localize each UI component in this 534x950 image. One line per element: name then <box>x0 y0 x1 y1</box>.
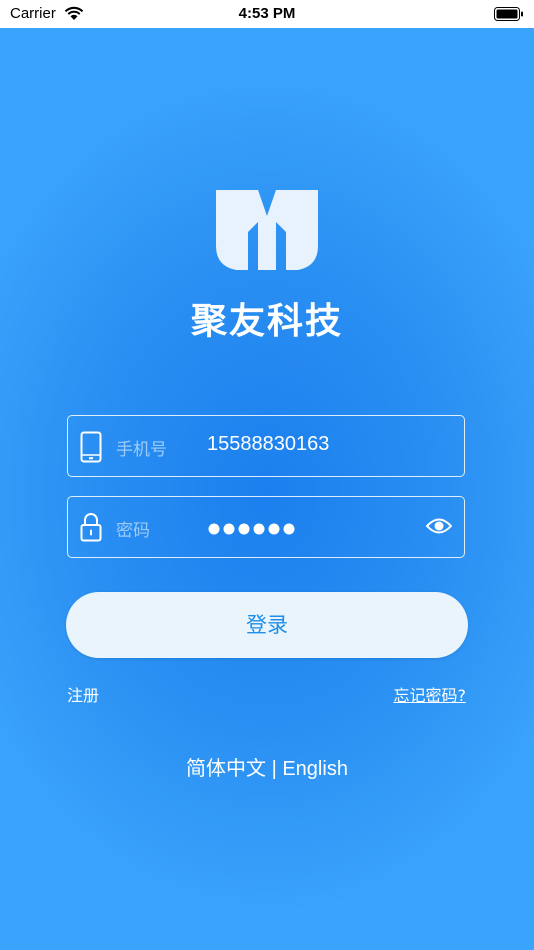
login-button[interactable]: 登录 <box>66 592 468 658</box>
language-separator: | <box>266 758 283 780</box>
phone-icon <box>80 431 102 467</box>
lock-icon <box>80 512 102 546</box>
phone-input[interactable]: 15588830163 <box>207 433 329 456</box>
password-label: 密码 <box>116 521 150 541</box>
m-shield-logo-icon <box>214 186 320 276</box>
register-link[interactable]: 注册 <box>67 682 99 706</box>
password-field[interactable]: 密码 <box>67 496 465 558</box>
password-input[interactable] <box>208 521 358 540</box>
phone-field[interactable]: 手机号 15588830163 <box>67 415 465 477</box>
brand-name: 聚友科技 <box>190 301 343 342</box>
eye-icon[interactable] <box>425 517 453 539</box>
login-screen: Carrier 4:53 PM 聚友科技 手机号 15588830163 密码 … <box>0 0 534 950</box>
language-zh-option[interactable]: 简体中文 <box>186 756 266 780</box>
language-switch: 简体中文 | English <box>0 752 534 781</box>
clock: 4:53 PM <box>238 5 296 22</box>
language-en-option[interactable]: English <box>282 758 348 780</box>
battery-icon <box>494 7 524 25</box>
phone-label: 手机号 <box>116 440 167 460</box>
forgot-password-link[interactable]: 忘记密码? <box>394 682 467 706</box>
status-bar: Carrier 4:53 PM <box>0 0 534 28</box>
